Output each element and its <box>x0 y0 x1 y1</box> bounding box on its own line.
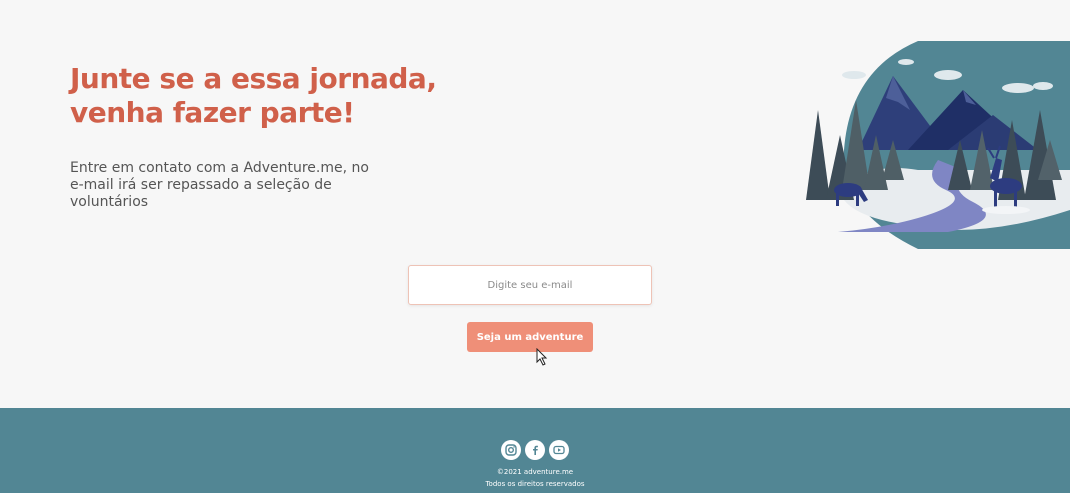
hero-description: Entre em contato com a Adventure.me, no … <box>70 160 369 210</box>
footer: ©2021 adventure.me Todos os direitos res… <box>0 408 1070 493</box>
facebook-icon[interactable] <box>525 440 545 460</box>
social-links <box>0 440 1070 462</box>
hero-title: Junte se a essa jornada, venha fazer par… <box>70 62 437 130</box>
instagram-icon[interactable] <box>501 440 521 460</box>
youtube-icon[interactable] <box>549 440 569 460</box>
hero-title-line-2: venha fazer parte! <box>70 96 355 129</box>
email-input[interactable] <box>408 265 652 305</box>
copyright-text: ©2021 adventure.me <box>496 468 574 476</box>
landscape-illustration <box>806 41 1070 249</box>
rights-text: Todos os direitos reservados <box>485 480 585 488</box>
hero-title-line-1: Junte se a essa jornada, <box>70 62 437 95</box>
mouse-cursor-icon <box>536 348 548 366</box>
seja-um-adventure-button[interactable]: Seja um adventure <box>467 322 593 352</box>
